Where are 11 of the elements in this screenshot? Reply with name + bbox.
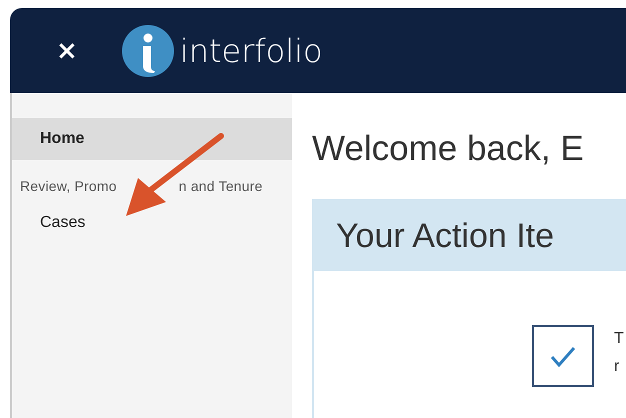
panel-title: Your Action Ite [314,201,626,271]
section-heading: Review, Promo [20,178,117,196]
brand-name: interfolio [180,32,323,70]
sidebar-item[interactable]: Home [12,118,292,160]
close-button[interactable]: × [52,38,82,64]
page-heading: Welcome back, E [312,129,585,169]
task-text: T r [614,329,624,377]
info-icon [122,24,174,76]
checkbox[interactable] [532,325,594,387]
section-heading: n and Tenure [178,178,263,196]
sidebar-item[interactable]: Cases [12,202,292,244]
